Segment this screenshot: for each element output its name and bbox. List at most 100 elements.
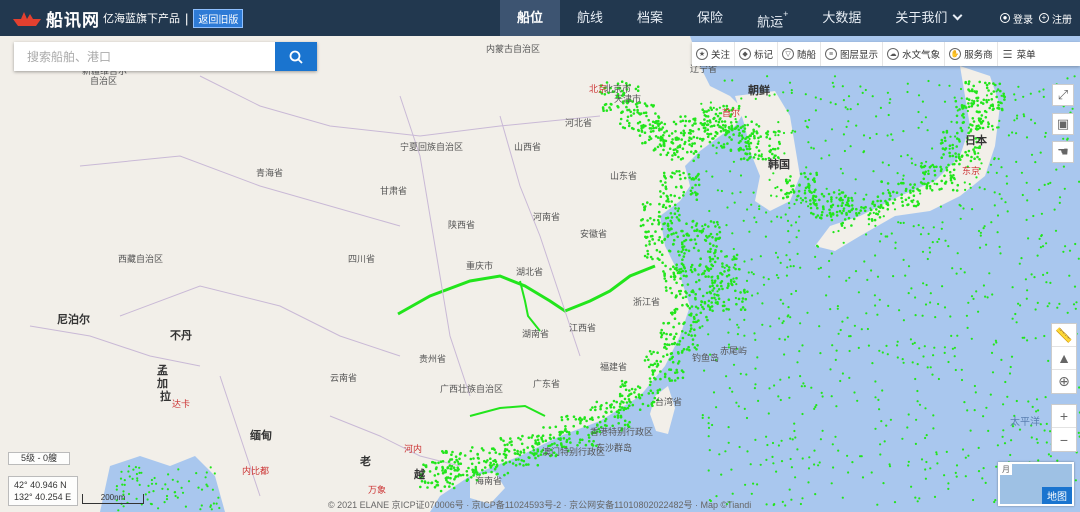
- ship-dot: [710, 301, 713, 304]
- login-link[interactable]: ● 登录: [1000, 11, 1033, 26]
- locate-button[interactable]: ⊕: [1052, 370, 1076, 393]
- ship-dot: [975, 176, 978, 179]
- ship-dot: [1016, 114, 1019, 117]
- ship-dot: [846, 316, 849, 319]
- ship-dot: [792, 191, 796, 194]
- tool-follow-ship[interactable]: ▽ 随船: [778, 42, 822, 66]
- ship-dot: [471, 446, 474, 449]
- ship-dot: [879, 199, 883, 203]
- ship-dot: [690, 226, 694, 229]
- ship-dot: [128, 475, 131, 478]
- ship-dot: [787, 202, 791, 205]
- search-input[interactable]: [14, 42, 275, 71]
- ship-dot: [605, 407, 609, 410]
- nav-insurance[interactable]: 保险: [680, 0, 740, 36]
- ship-dot: [862, 197, 866, 201]
- ship-dot: [804, 175, 807, 179]
- tool-layers[interactable]: ≡ 图层显示: [821, 42, 884, 66]
- ship-dot: [625, 401, 629, 404]
- register-link[interactable]: + 注册: [1039, 11, 1072, 26]
- ship-dot: [976, 155, 979, 159]
- zoom-out-button[interactable]: −: [1052, 428, 1076, 451]
- ship-dot: [979, 234, 982, 237]
- ship-dot: [694, 292, 697, 296]
- ship-dot: [631, 403, 635, 407]
- ship-dot: [896, 344, 899, 347]
- ship-dot: [667, 321, 671, 325]
- ship-dot: [693, 334, 697, 337]
- ship-dot: [651, 391, 655, 395]
- ship-dot: [790, 292, 793, 296]
- ship-dot: [1063, 187, 1066, 190]
- tool-weather[interactable]: ☁ 水文气象: [883, 42, 946, 66]
- ship-dot: [569, 441, 572, 444]
- screenshot-button[interactable]: ▣: [1052, 113, 1074, 135]
- tool-mark[interactable]: ◆ 标记: [735, 42, 779, 66]
- map-type-switcher[interactable]: 月 地图: [998, 462, 1074, 506]
- nav-routes[interactable]: 航线: [560, 0, 620, 36]
- ship-dot: [1006, 210, 1009, 213]
- ship-dot: [718, 236, 722, 240]
- ship-dot: [971, 208, 974, 211]
- zoom-in-button[interactable]: +: [1052, 405, 1076, 428]
- ship-dot: [692, 178, 696, 181]
- ruler-button[interactable]: 📏: [1052, 324, 1076, 347]
- ship-dot: [211, 488, 214, 491]
- ship-dot: [716, 256, 720, 260]
- nav-ship-position[interactable]: 船位: [500, 0, 561, 36]
- ship-dot: [785, 254, 788, 257]
- fullscreen-button[interactable]: ⤢: [1052, 84, 1074, 106]
- search-button[interactable]: [275, 42, 317, 71]
- ship-dot: [609, 108, 612, 111]
- ship-dot: [754, 383, 757, 386]
- ship-dot: [845, 125, 848, 128]
- nav-archives[interactable]: 档案: [620, 0, 680, 36]
- ship-dot: [768, 178, 771, 181]
- ship-dot: [465, 470, 469, 473]
- ship-dot: [779, 398, 782, 402]
- ship-dot: [660, 253, 664, 256]
- ship-dot: [909, 183, 912, 186]
- nav-big-data[interactable]: 大数据: [805, 0, 878, 36]
- ship-dot: [776, 215, 779, 218]
- tool-menu[interactable]: ☰ 菜单: [998, 42, 1040, 66]
- ship-dot: [679, 289, 683, 293]
- ship-dot: [892, 190, 895, 194]
- ship-dot: [664, 187, 668, 191]
- ship-dot: [859, 209, 862, 212]
- ship-dot: [652, 129, 655, 133]
- ship-dot: [753, 387, 757, 390]
- ship-dot: [467, 466, 470, 470]
- nav-about-us[interactable]: 关于我们: [878, 0, 978, 36]
- ship-dot: [127, 470, 130, 473]
- ship-dot: [732, 266, 735, 269]
- ship-dot: [787, 335, 790, 338]
- ship-dot: [951, 143, 954, 147]
- ship-dot: [696, 192, 699, 196]
- ship-dot: [959, 267, 962, 270]
- ship-dot: [505, 454, 508, 457]
- ship-dot: [923, 345, 926, 348]
- ship-dot: [657, 119, 660, 123]
- nav-shipping[interactable]: 航运+: [740, 0, 805, 36]
- ship-dot: [655, 248, 659, 252]
- pan-button[interactable]: ☚: [1052, 141, 1074, 163]
- ship-dot: [1005, 182, 1009, 185]
- ship-dot: [757, 125, 761, 128]
- ship-dot: [1043, 183, 1046, 186]
- ship-dot: [960, 97, 963, 100]
- ship-dot: [662, 355, 665, 358]
- old-version-button[interactable]: 返回旧版: [193, 8, 244, 28]
- logo[interactable]: 船讯网 亿海蓝旗下产品 | 返回旧版: [0, 0, 244, 36]
- tool-service[interactable]: ✋ 服务商: [945, 42, 998, 66]
- map-canvas[interactable]: 内蒙古自治区 新疆维吾尔 自治区 辽宁省 北京 北京市 天津市 朝鲜 首尔 韩国 日本 东京 河北省 宁夏…: [0, 36, 1080, 512]
- ship-dot: [839, 167, 843, 170]
- tool-follow[interactable]: ★ 关注: [692, 42, 736, 66]
- ship-dot: [465, 473, 469, 477]
- ship-dot: [978, 80, 981, 84]
- ship-dot: [645, 104, 649, 108]
- compass-button[interactable]: ▲: [1052, 347, 1076, 370]
- ship-dot: [762, 283, 766, 286]
- ship-dot: [466, 478, 470, 481]
- ship-dot: [733, 263, 737, 267]
